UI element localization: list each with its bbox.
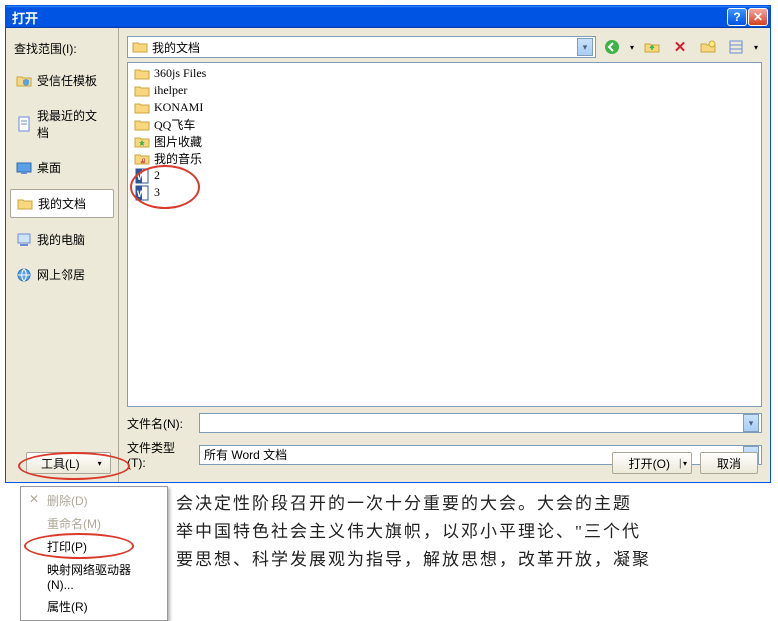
menu-item-label: 映射网络驱动器(N)... <box>47 563 131 592</box>
menu-item-label: 打印(P) <box>47 540 87 554</box>
file-item[interactable]: ihelper <box>132 82 757 99</box>
location-text: 我的文档 <box>148 39 577 56</box>
chevron-down-icon: ▾ <box>98 459 102 468</box>
menu-item[interactable]: 属性(R) <box>23 595 165 618</box>
dialog-title: 打开 <box>12 8 727 27</box>
menu-item-label: 属性(R) <box>47 600 88 614</box>
file-item[interactable]: 我的音乐 <box>132 150 757 167</box>
computer-icon <box>16 232 32 248</box>
views-dropdown-arrow[interactable]: ▾ <box>754 43 758 52</box>
file-name: 我的音乐 <box>154 150 202 167</box>
file-name: ihelper <box>154 83 187 98</box>
file-item[interactable]: W3 <box>132 184 757 201</box>
doc-icon <box>16 116 32 132</box>
places-item-label: 我最近的文档 <box>37 107 108 141</box>
file-name: 3 <box>154 185 160 200</box>
help-button[interactable]: ? <box>727 8 747 26</box>
places-item-my-computer[interactable]: 我的电脑 <box>10 226 114 253</box>
open-label: 打开(O) <box>629 455 670 472</box>
file-name: 360js Files <box>154 66 206 81</box>
close-button[interactable]: ✕ <box>748 8 768 26</box>
background-document-text: 会决定性阶段召开的一次十分重要的大会。大会的主题 举中国特色社会主义伟大旗帜，以… <box>176 490 774 574</box>
folder-music-icon <box>134 151 150 167</box>
up-one-level-button[interactable] <box>642 37 662 57</box>
places-item-label: 我的电脑 <box>37 231 85 248</box>
word-icon: W <box>134 185 150 201</box>
places-item-recent-docs[interactable]: 我最近的文档 <box>10 102 114 146</box>
chevron-down-icon: │▾ <box>678 459 687 468</box>
places-item-label: 受信任模板 <box>37 72 97 89</box>
file-list[interactable]: 360js FilesihelperKONAMIQQ飞车图片收藏我的音乐W2W3 <box>127 62 762 407</box>
svg-text:W: W <box>137 172 146 182</box>
places-item-label: 网上邻居 <box>37 266 85 283</box>
menu-item: ✕ 删除(D) <box>23 489 165 512</box>
network-icon <box>16 267 32 283</box>
desktop-icon <box>16 160 32 176</box>
filename-input[interactable]: ▾ <box>199 413 762 433</box>
close-icon: ✕ <box>29 492 39 506</box>
menu-item-label: 删除(D) <box>47 494 88 508</box>
new-folder-button[interactable] <box>698 37 718 57</box>
menu-item-label: 重命名(M) <box>47 517 101 531</box>
folder-icon <box>132 39 148 55</box>
file-name: QQ飞车 <box>154 116 195 133</box>
file-name: 图片收藏 <box>154 133 202 150</box>
cancel-button[interactable]: 取消 <box>700 452 758 474</box>
places-item-desktop[interactable]: 桌面 <box>10 154 114 181</box>
file-item[interactable]: QQ飞车 <box>132 116 757 133</box>
file-item[interactable]: 图片收藏 <box>132 133 757 150</box>
places-item-label: 桌面 <box>37 159 61 176</box>
location-combo[interactable]: 我的文档 ▾ <box>127 36 596 58</box>
file-item[interactable]: W2 <box>132 167 757 184</box>
chevron-down-icon[interactable]: ▾ <box>743 414 759 432</box>
tools-menu: ✕ 删除(D) 重命名(M) 打印(P) 映射网络驱动器(N)... 属性(R) <box>20 486 168 621</box>
file-item[interactable]: 360js Files <box>132 65 757 82</box>
places-item-my-docs[interactable]: 我的文档 <box>10 189 114 218</box>
svg-text:W: W <box>137 189 146 199</box>
back-button[interactable] <box>602 37 622 57</box>
chevron-down-icon[interactable]: ▾ <box>577 38 593 56</box>
tools-label: 工具(L) <box>41 455 80 472</box>
open-button[interactable]: 打开(O) │▾ <box>612 452 692 474</box>
folder-icon <box>17 196 33 212</box>
tools-button[interactable]: 工具(L) ▾ <box>26 452 111 474</box>
back-dropdown-arrow[interactable]: ▾ <box>630 43 634 52</box>
filetype-label: 文件类型(T): <box>127 439 193 470</box>
menu-item: 重命名(M) <box>23 512 165 535</box>
filename-label: 文件名(N): <box>127 415 193 432</box>
places-item-network[interactable]: 网上邻居 <box>10 261 114 288</box>
menu-item[interactable]: 打印(P) <box>23 535 165 558</box>
folder-icon <box>134 83 150 99</box>
word-icon: W <box>134 168 150 184</box>
places-bar: 查找范围(I): 受信任模板我最近的文档桌面我的文档我的电脑网上邻居 <box>6 28 119 482</box>
places-item-trusted-templates[interactable]: 受信任模板 <box>10 67 114 94</box>
file-name: 2 <box>154 168 160 183</box>
file-name: KONAMI <box>154 100 203 115</box>
views-button[interactable] <box>726 37 746 57</box>
lookup-label: 查找范围(I): <box>14 40 77 57</box>
dialog-titlebar: 打开 ? ✕ <box>6 6 770 28</box>
places-item-label: 我的文档 <box>38 195 86 212</box>
folder-icon <box>134 100 150 116</box>
folder-icon <box>134 117 150 133</box>
menu-item[interactable]: 映射网络驱动器(N)... <box>23 558 165 595</box>
file-item[interactable]: KONAMI <box>132 99 757 116</box>
folder-shield-icon <box>16 73 32 89</box>
folder-star-icon <box>134 134 150 150</box>
folder-icon <box>134 66 150 82</box>
open-file-dialog: 打开 ? ✕ 查找范围(I): 受信任模板我最近的文档桌面我的文档我的电脑网上邻… <box>5 5 771 483</box>
delete-button[interactable]: ✕ <box>670 37 690 57</box>
cancel-label: 取消 <box>717 455 741 472</box>
